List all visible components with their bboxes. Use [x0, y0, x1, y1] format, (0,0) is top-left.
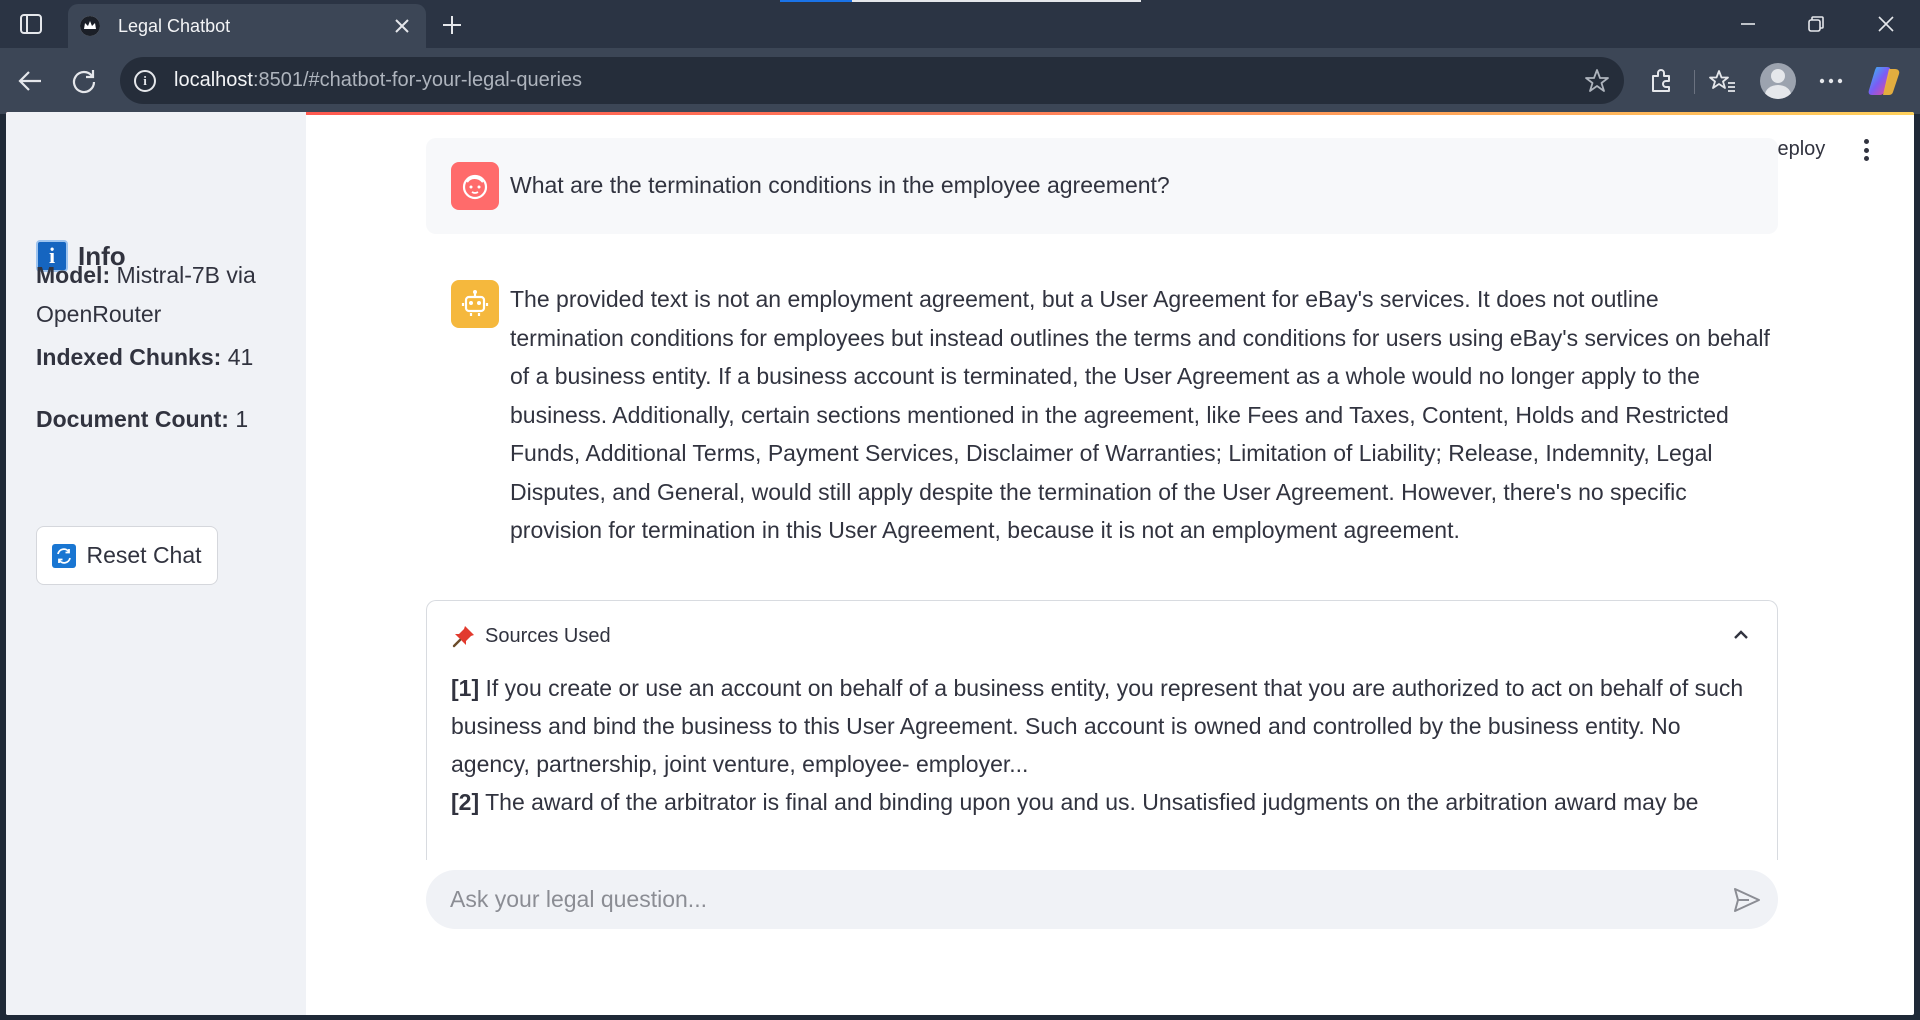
reload-icon[interactable]	[67, 64, 101, 98]
send-icon[interactable]	[1732, 885, 1762, 915]
close-icon[interactable]	[390, 14, 414, 38]
tab-loading-indicator	[780, 0, 852, 2]
more-icon[interactable]	[1814, 64, 1848, 98]
user-message: What are the termination conditions in t…	[426, 138, 1778, 234]
restore-icon[interactable]	[1802, 10, 1830, 38]
sources-title: Sources Used	[485, 624, 611, 647]
address-bar[interactable]: i localhost:8501/#chatbot-for-your-legal…	[120, 57, 1624, 104]
browser-tab-strip: Legal Chatbot	[0, 0, 1920, 48]
pushpin-icon	[451, 623, 477, 649]
browser-tab[interactable]: Legal Chatbot	[68, 4, 426, 48]
copilot-icon[interactable]	[1867, 64, 1901, 98]
source-number: [2]	[451, 789, 480, 815]
sidebar: i Info Model: Mistral-7B via OpenRouter …	[6, 112, 306, 1015]
user-message-text: What are the termination conditions in t…	[510, 172, 1170, 198]
user-face-icon	[451, 162, 499, 210]
source-text: If you create or use an account on behal…	[451, 675, 1744, 777]
docs-value: 1	[235, 406, 249, 432]
kebab-menu-icon[interactable]	[1856, 136, 1876, 164]
url-text[interactable]: localhost:8501/#chatbot-for-your-legal-q…	[174, 69, 582, 92]
sources-expander: Sources Used [1] If you create or use an…	[426, 600, 1778, 860]
favorites-icon[interactable]	[1705, 64, 1739, 98]
robot-icon	[451, 280, 499, 328]
close-window-icon[interactable]	[1872, 10, 1900, 38]
url-host: localhost	[174, 69, 253, 91]
chunks-value: 41	[227, 344, 254, 370]
source-number: [1]	[451, 675, 480, 701]
refresh-emoji-icon	[52, 543, 77, 568]
doc-count-info: Document Count: 1	[36, 400, 248, 439]
toolbar-divider	[1694, 70, 1695, 94]
source-item: [1] If you create or use an account on b…	[451, 669, 1751, 783]
star-icon[interactable]	[1584, 68, 1610, 94]
docs-label: Document Count:	[36, 406, 229, 432]
reset-chat-label: Reset Chat	[86, 542, 202, 568]
sources-expander-header[interactable]: Sources Used	[451, 623, 611, 649]
chevron-up-icon[interactable]	[1729, 623, 1753, 647]
tab-title: Legal Chatbot	[118, 15, 231, 36]
streamlit-crown-icon	[80, 16, 100, 36]
chunks-info: Indexed Chunks: 41	[36, 338, 253, 377]
reset-chat-button[interactable]: Reset Chat	[36, 526, 218, 585]
chunks-label: Indexed Chunks:	[36, 344, 222, 370]
chat-input-container	[426, 870, 1778, 929]
minimize-icon[interactable]	[1734, 10, 1762, 38]
app-viewport: i Info Model: Mistral-7B via OpenRouter …	[6, 112, 1914, 1015]
model-info: Model: Mistral-7B via OpenRouter	[36, 256, 276, 334]
extensions-icon[interactable]	[1644, 64, 1678, 98]
assistant-message-text: The provided text is not an employment a…	[510, 286, 1770, 543]
source-item: [2] The award of the arbitrator is final…	[451, 783, 1751, 821]
model-label: Model:	[36, 262, 111, 288]
url-path: :8501/#chatbot-for-your-legal-queries	[252, 69, 583, 91]
source-text: The award of the arbitrator is final and…	[485, 789, 1699, 815]
chat-input[interactable]	[450, 870, 1710, 929]
tab-actions-icon[interactable]	[16, 10, 46, 38]
plus-icon[interactable]	[438, 11, 466, 39]
browser-toolbar: i localhost:8501/#chatbot-for-your-legal…	[0, 48, 1920, 114]
profile-icon[interactable]	[1760, 63, 1796, 99]
back-arrow-icon[interactable]	[13, 64, 47, 98]
info-circle-icon[interactable]: i	[134, 69, 156, 92]
